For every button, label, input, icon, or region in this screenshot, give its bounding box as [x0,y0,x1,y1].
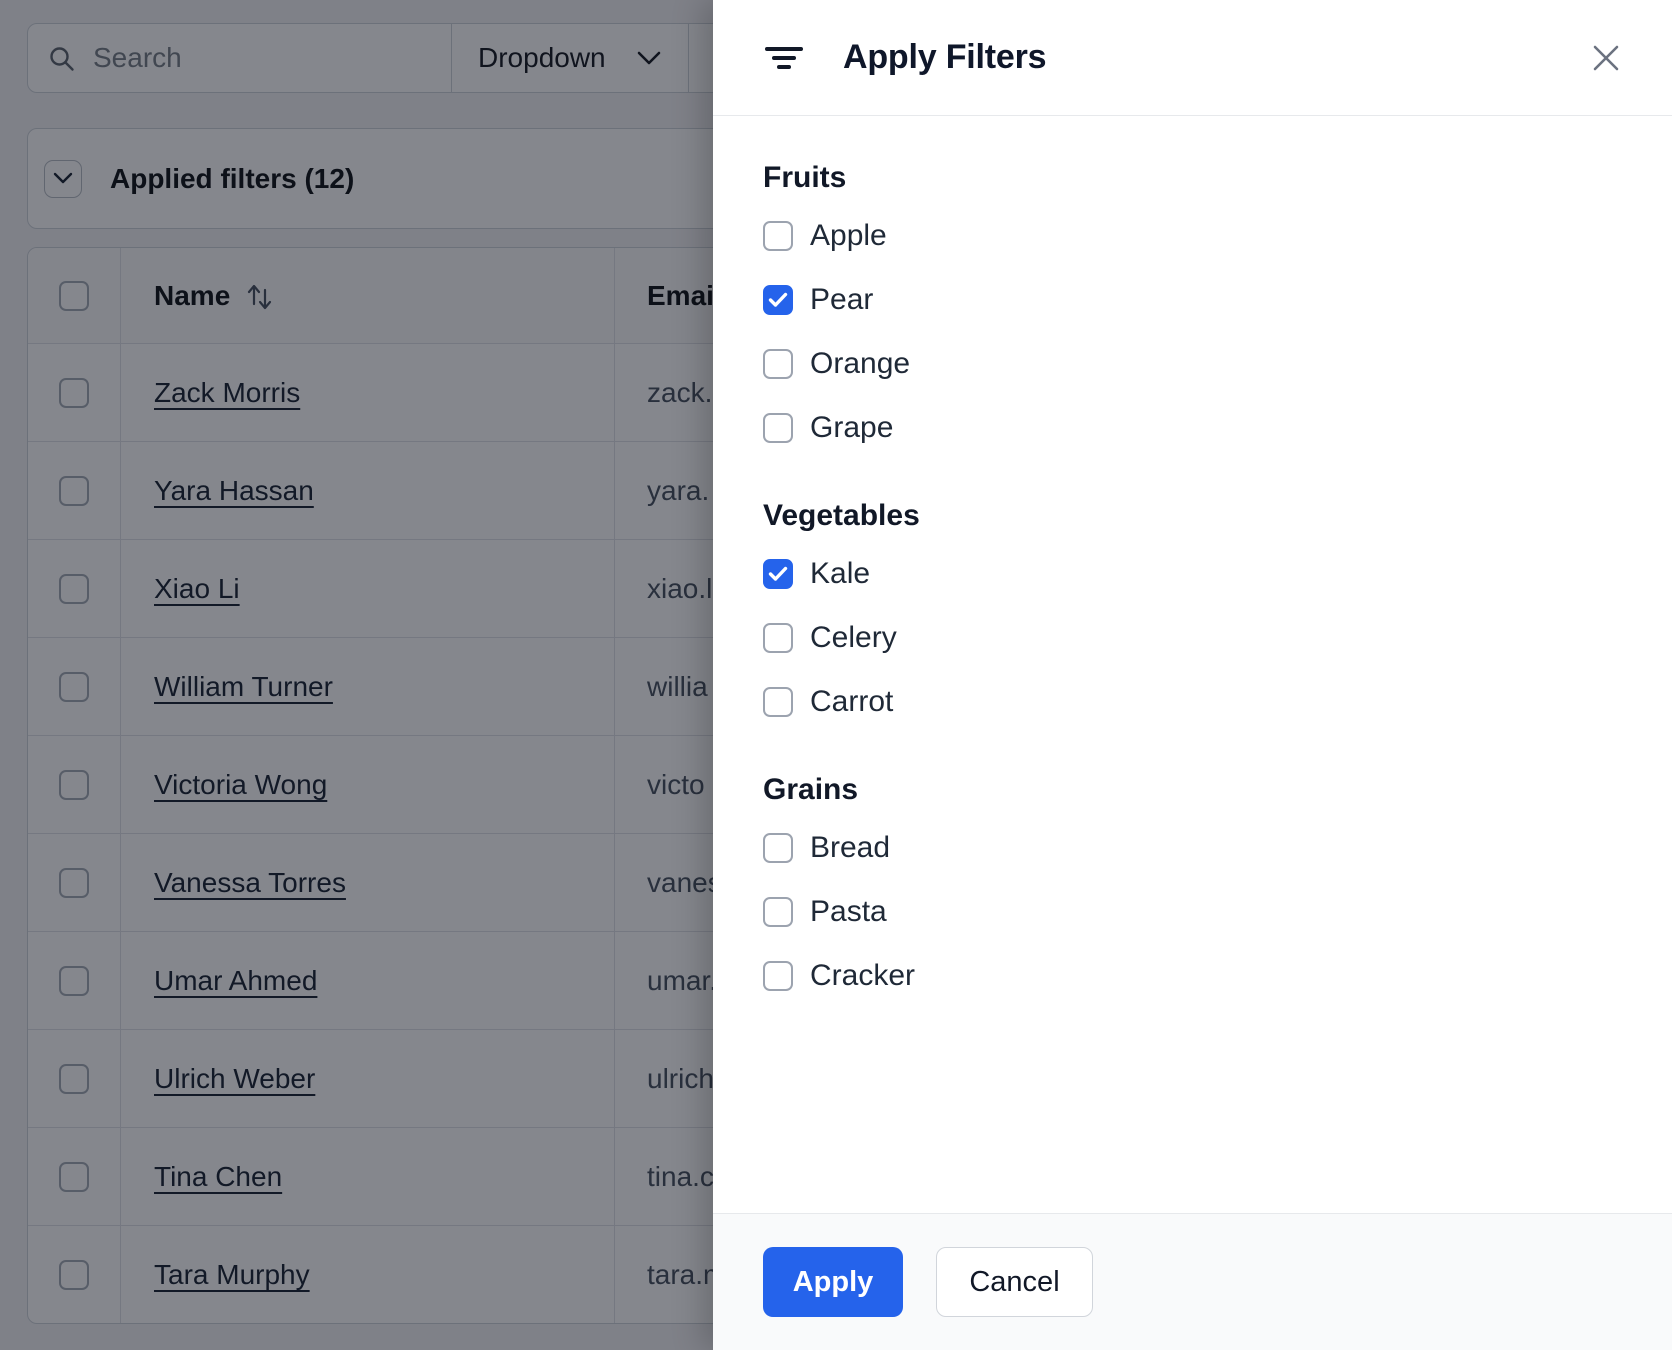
section-heading-vegetables: Vegetables [763,499,920,532]
panel-title: Apply Filters [843,38,1047,76]
filter-option-bread[interactable]: Bread [763,816,1632,880]
checkbox[interactable] [763,833,793,863]
checkbox[interactable] [763,221,793,251]
checkbox[interactable] [763,349,793,379]
screen: Search Dropdown Applied filters (12) Nam… [0,0,1672,1350]
checkbox[interactable] [763,413,793,443]
filter-option-grape[interactable]: Grape [763,396,1632,460]
apply-button[interactable]: Apply [763,1247,903,1317]
close-button[interactable] [1584,36,1628,80]
check-icon [768,566,788,581]
checkbox-label: Grape [810,411,894,444]
panel-footer: Apply Cancel [713,1213,1672,1350]
checkbox-label: Orange [810,347,911,380]
checkbox[interactable] [763,285,793,315]
checkbox-label: Cracker [810,959,916,992]
filter-option-pasta[interactable]: Pasta [763,880,1632,944]
checkbox-label: Carrot [810,685,894,718]
filter-panel: Apply Filters Fruits Apple Pear Orange G… [713,0,1672,1350]
checkbox[interactable] [763,559,793,589]
checkbox[interactable] [763,897,793,927]
checkbox-label: Apple [810,219,887,252]
panel-body: Fruits Apple Pear Orange Grape Vegetable… [763,116,1632,1008]
filter-option-kale[interactable]: Kale [763,542,1632,606]
filter-option-cracker[interactable]: Cracker [763,944,1632,1008]
filter-option-carrot[interactable]: Carrot [763,670,1632,734]
close-icon [1593,45,1619,70]
check-icon [768,292,788,307]
filter-option-celery[interactable]: Celery [763,606,1632,670]
checkbox-label: Bread [810,831,891,864]
checkbox-label: Celery [810,621,897,654]
section-heading-fruits: Fruits [763,161,847,194]
filter-option-orange[interactable]: Orange [763,332,1632,396]
cancel-button[interactable]: Cancel [936,1247,1093,1317]
filter-option-apple[interactable]: Apple [763,204,1632,268]
panel-header: Apply Filters [713,0,1672,116]
checkbox-label: Kale [810,557,871,590]
checkbox[interactable] [763,623,793,653]
checkbox-label: Pear [810,283,874,316]
checkbox[interactable] [763,961,793,991]
checkbox[interactable] [763,687,793,717]
section-heading-grains: Grains [763,773,859,806]
filter-icon [765,46,803,69]
filter-option-pear[interactable]: Pear [763,268,1632,332]
checkbox-label: Pasta [810,895,887,928]
